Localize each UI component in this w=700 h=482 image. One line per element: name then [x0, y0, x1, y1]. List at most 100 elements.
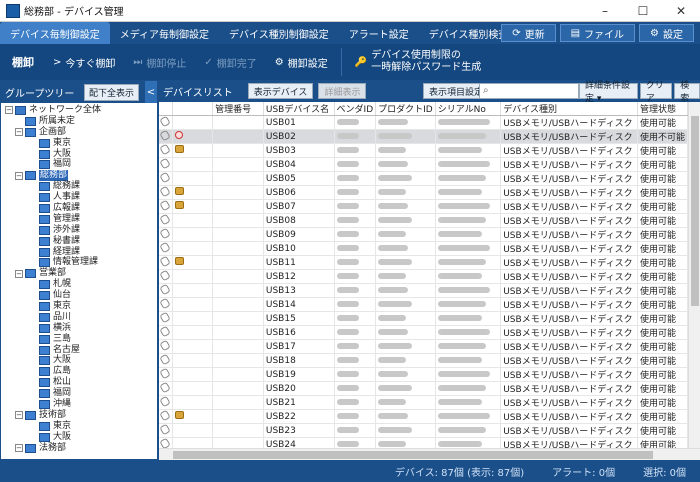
vertical-scrollbar[interactable] [688, 102, 700, 448]
table-row[interactable]: USB16 USBメモリ/USBハードディスク 使用可能 [159, 325, 688, 340]
table-row[interactable]: USB02 USBメモリ/USBハードディスク 使用不可能 [159, 129, 688, 144]
tree-node[interactable]: 仙台 [3, 290, 157, 301]
attachment-icon [159, 311, 171, 323]
table-row[interactable]: USB10 USBメモリ/USBハードディスク 使用可能 [159, 241, 688, 256]
tree-node[interactable]: 秘書課 [3, 236, 157, 247]
tree-expander-icon[interactable]: − [15, 269, 23, 278]
start-inventory-button[interactable]: > 今すぐ棚卸 [44, 44, 124, 80]
tree-node[interactable]: 東京 [3, 138, 157, 149]
column-header[interactable] [172, 102, 214, 116]
details-button[interactable]: 詳細表示 [318, 83, 367, 99]
search-button[interactable]: 検索 [674, 81, 700, 104]
horizontal-scrollbar[interactable] [159, 448, 700, 460]
tree-node[interactable]: 広報課 [3, 203, 157, 214]
tree-node[interactable]: 情報管理課 [3, 257, 157, 268]
tree-expander-icon[interactable]: − [15, 171, 23, 180]
table-row[interactable]: USB13 USBメモリ/USBハードディスク 使用可能 [159, 283, 688, 298]
tree-node[interactable]: 所属未定 [3, 116, 157, 127]
tree-node[interactable]: 横浜 [3, 323, 157, 334]
tree-expander-icon[interactable]: − [5, 106, 13, 115]
collapse-panel-button[interactable]: < [145, 81, 157, 103]
table-row[interactable]: USB06 USBメモリ/USBハードディスク 使用可能 [159, 185, 688, 200]
tab-3[interactable]: アラート設定 [339, 22, 419, 44]
tree-node[interactable]: − 技術部 [3, 410, 157, 421]
tab-1[interactable]: メディア毎制御設定 [110, 22, 219, 44]
settings-button[interactable]: ⚙ 設定 [639, 24, 694, 42]
tree-node[interactable]: 三島 [3, 334, 157, 345]
tree-node[interactable]: − 営業部 [3, 268, 157, 279]
attachment-icon [159, 185, 171, 197]
table-row[interactable]: USB21 USBメモリ/USBハードディスク 使用可能 [159, 395, 688, 410]
table-row[interactable]: USB08 USBメモリ/USBハードディスク 使用可能 [159, 213, 688, 228]
column-header[interactable]: 管理番号 [212, 102, 264, 116]
table-row[interactable]: USB04 USBメモリ/USBハードディスク 使用可能 [159, 157, 688, 172]
search-input[interactable]: ⌕ [479, 83, 579, 99]
tree-node[interactable]: 渉外課 [3, 225, 157, 236]
column-header[interactable]: プロダクトID [375, 102, 436, 116]
tree-node[interactable]: 福岡 [3, 159, 157, 170]
table-row[interactable]: USB11 USBメモリ/USBハードディスク 使用可能 [159, 255, 688, 270]
table-row[interactable]: USB05 USBメモリ/USBハードディスク 使用可能 [159, 171, 688, 186]
tree-node[interactable]: 総務課 [3, 181, 157, 192]
tree-node[interactable]: 東京 [3, 301, 157, 312]
tree-node[interactable]: 大阪 [3, 149, 157, 160]
tree-node[interactable]: 大阪 [3, 432, 157, 443]
table-row[interactable]: USB20 USBメモリ/USBハードディスク 使用可能 [159, 381, 688, 396]
maximize-button[interactable]: ☐ [624, 0, 662, 22]
tree-node[interactable]: − 総務部 [3, 170, 157, 182]
tree-node[interactable]: 沖縄 [3, 399, 157, 410]
tree-node[interactable]: 管理課 [3, 214, 157, 225]
close-button[interactable]: ✕ [662, 0, 700, 22]
tree-node[interactable]: − 企画部 [3, 127, 157, 138]
table-row[interactable]: USB17 USBメモリ/USBハードディスク 使用可能 [159, 339, 688, 354]
tree-node[interactable]: 大阪 [3, 355, 157, 366]
tree-node[interactable]: 松山 [3, 377, 157, 388]
column-header[interactable]: ベンダID [334, 102, 377, 116]
complete-inventory-button[interactable]: ✓ 棚卸完了 [195, 44, 265, 80]
tree-node[interactable]: − 法務部 [3, 443, 157, 454]
tree-node[interactable]: 人事課 [3, 192, 157, 203]
table-row[interactable]: USB22 USBメモリ/USBハードディスク 使用可能 [159, 409, 688, 424]
inventory-settings-button[interactable]: ⚙ 棚卸設定 [266, 44, 337, 80]
file-button[interactable]: ▤ ファイル [559, 24, 636, 42]
detail-conditions-button[interactable]: 詳細条件設定 ▾ [579, 81, 638, 104]
tree-node[interactable]: 名古屋 [3, 345, 157, 356]
column-header[interactable]: デバイス種別 [500, 102, 638, 116]
tab-2[interactable]: デバイス種別制御設定 [219, 22, 339, 44]
column-header[interactable]: USBデバイス名 [263, 102, 335, 116]
table-row[interactable]: USB24 USBメモリ/USBハードディスク 使用可能 [159, 437, 688, 448]
column-header[interactable]: シリアルNo [435, 102, 502, 116]
stop-inventory-button[interactable]: ⏭ 棚卸停止 [124, 44, 195, 80]
table-row[interactable]: USB01 USBメモリ/USBハードディスク 使用可能 [159, 115, 688, 130]
table-row[interactable]: USB07 USBメモリ/USBハードディスク 使用可能 [159, 199, 688, 214]
tree-node[interactable]: 品川 [3, 312, 157, 323]
refresh-button[interactable]: ⟳ 更新 [501, 24, 556, 42]
table-row[interactable]: USB14 USBメモリ/USBハードディスク 使用可能 [159, 297, 688, 312]
table-row[interactable]: USB15 USBメモリ/USBハードディスク 使用可能 [159, 311, 688, 326]
password-generate-button[interactable]: 🔑 デバイス使用制限の 一時解除パスワード生成 [346, 44, 490, 80]
show-devices-button[interactable]: 表示デバイス [247, 83, 314, 99]
tree-node[interactable]: 札幌 [3, 279, 157, 290]
minimize-button[interactable]: – [586, 0, 624, 22]
clear-button[interactable]: クリア [639, 81, 673, 104]
expand-all-button[interactable]: 配下全表示 [83, 83, 139, 101]
tab-0[interactable]: デバイス毎制御設定 [0, 22, 110, 44]
column-header[interactable] [159, 102, 173, 116]
table-row[interactable]: USB19 USBメモリ/USBハードディスク 使用可能 [159, 367, 688, 382]
tree-expander-icon[interactable]: − [15, 444, 23, 453]
table-row[interactable]: USB03 USBメモリ/USBハードディスク 使用可能 [159, 143, 688, 158]
tree-node[interactable]: − ネットワーク全体 [3, 105, 157, 116]
horizontal-scroll-thumb[interactable] [173, 451, 653, 459]
table-row[interactable]: USB18 USBメモリ/USBハードディスク 使用可能 [159, 353, 688, 368]
tree-node[interactable]: 経理課 [3, 247, 157, 258]
tree-expander-icon[interactable]: − [15, 128, 23, 137]
column-header[interactable]: 管理状態 [637, 102, 688, 116]
table-row[interactable]: USB12 USBメモリ/USBハードディスク 使用可能 [159, 269, 688, 284]
tree-node[interactable]: 東京 [3, 421, 157, 432]
vertical-scroll-thumb[interactable] [691, 116, 699, 306]
tree-expander-icon[interactable]: − [15, 411, 23, 420]
table-row[interactable]: USB09 USBメモリ/USBハードディスク 使用可能 [159, 227, 688, 242]
table-row[interactable]: USB23 USBメモリ/USBハードディスク 使用可能 [159, 423, 688, 438]
tree-node[interactable]: 福岡 [3, 388, 157, 399]
tree-node[interactable]: 広島 [3, 366, 157, 377]
